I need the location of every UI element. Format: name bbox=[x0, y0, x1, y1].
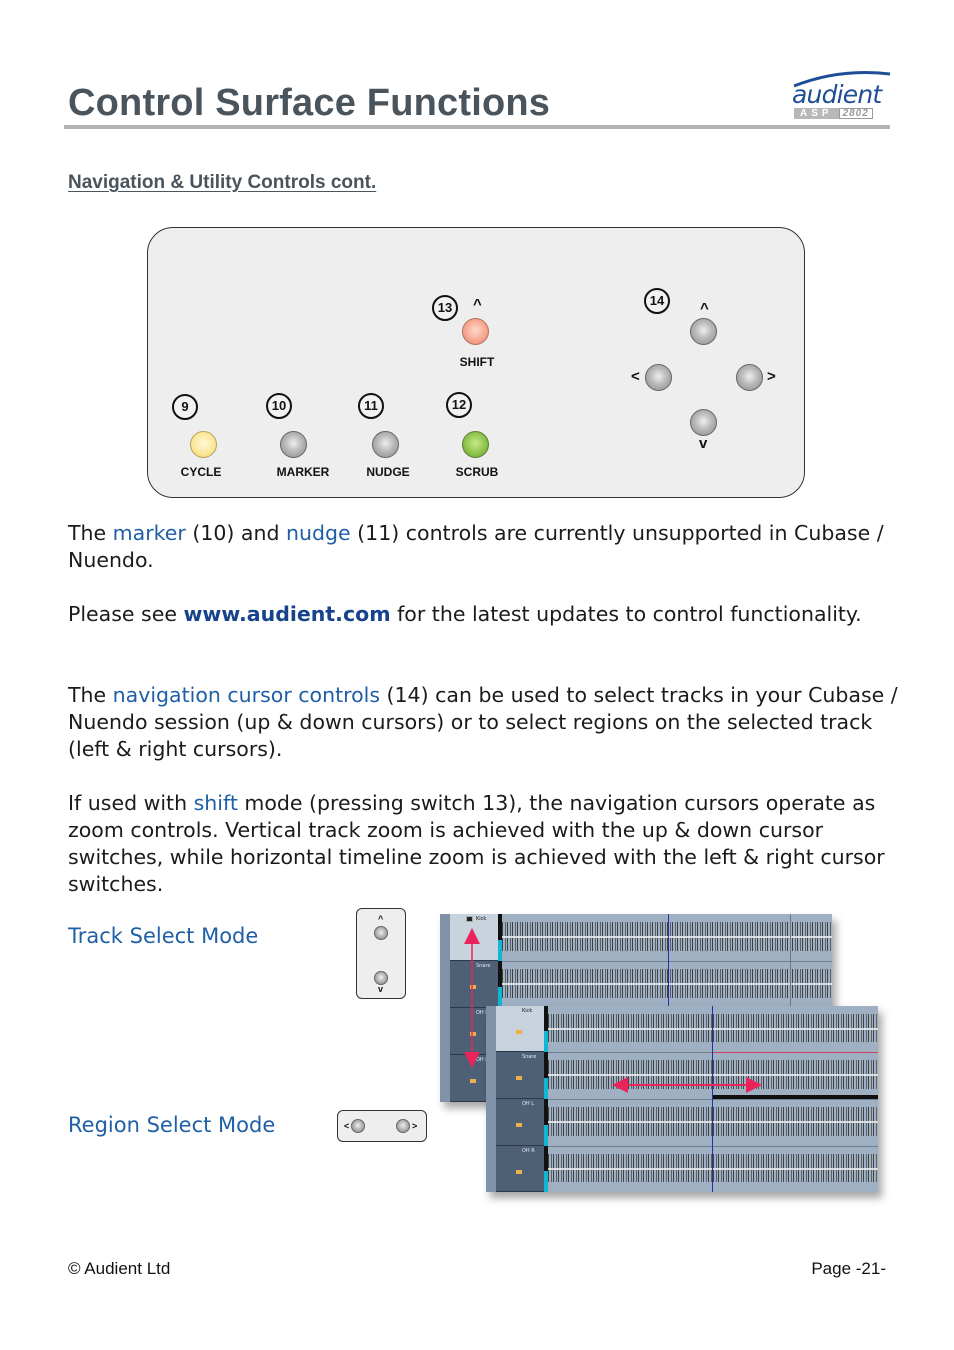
waveform bbox=[548, 1014, 878, 1042]
paragraph-unsupported: The marker (10) and nudge (11) controls … bbox=[68, 520, 898, 574]
daw-amber bbox=[516, 1030, 522, 1034]
pad-down-glyph: v bbox=[378, 984, 384, 994]
shift-up-glyph: ^ bbox=[473, 296, 482, 313]
scrub-label: SCRUB bbox=[455, 465, 499, 479]
cursor-left-button[interactable] bbox=[645, 364, 672, 391]
daw-gutter bbox=[486, 1006, 496, 1192]
logo-model-number: 2802 bbox=[838, 108, 873, 119]
cycle-label: CYCLE bbox=[180, 465, 222, 479]
control-panel-diagram: 13 ^ SHIFT 9 CYCLE 10 MARKER 11 NUDGE 12… bbox=[147, 227, 805, 498]
daw-lane bbox=[502, 961, 832, 1009]
daw-btn bbox=[466, 916, 473, 922]
marker-button[interactable] bbox=[280, 431, 307, 458]
region-select-pad: < > bbox=[337, 1110, 427, 1142]
paragraph-updates: Please see www.audient.com for the lates… bbox=[68, 601, 898, 628]
shift-label: SHIFT bbox=[459, 355, 495, 369]
daw-amber bbox=[516, 1076, 522, 1080]
highlight-nudge: nudge bbox=[286, 521, 351, 545]
pad-down-button[interactable] bbox=[374, 971, 388, 985]
nudge-label: NUDGE bbox=[366, 465, 410, 479]
cursor-up-glyph: ^ bbox=[700, 300, 709, 317]
cursor-down-glyph: v bbox=[699, 435, 708, 452]
audient-website-link[interactable]: www.audient.com bbox=[183, 602, 390, 626]
daw-amber bbox=[516, 1170, 522, 1174]
daw-screenshot-region-select: Kick Snare OH L OH R bbox=[486, 1006, 878, 1192]
selection-line bbox=[712, 1052, 878, 1053]
badge-9: 9 bbox=[172, 394, 198, 420]
text: The bbox=[68, 521, 113, 545]
shift-button[interactable] bbox=[462, 318, 489, 345]
footer-page-number: Page -21- bbox=[811, 1259, 886, 1278]
highlight-marker: marker bbox=[112, 521, 186, 545]
daw-gutter bbox=[440, 914, 450, 1102]
cursor-down-button[interactable] bbox=[690, 409, 717, 436]
horizontal-double-arrow-icon bbox=[612, 1077, 762, 1093]
daw-lane bbox=[548, 1099, 878, 1147]
badge-14: 14 bbox=[644, 288, 670, 314]
text: The bbox=[68, 683, 113, 707]
track-name: Snare bbox=[522, 1054, 537, 1060]
section-heading: Navigation & Utility Controls cont. bbox=[68, 172, 377, 193]
highlight-navigation-cursor: navigation cursor controls bbox=[112, 683, 380, 707]
badge-11: 11 bbox=[358, 393, 384, 419]
badge-12: 12 bbox=[446, 392, 472, 418]
daw-amber bbox=[470, 1079, 476, 1083]
pad-left-glyph: < bbox=[344, 1121, 350, 1131]
waveform bbox=[548, 1107, 878, 1136]
track-name: OH L bbox=[522, 1101, 535, 1107]
waveform bbox=[502, 922, 832, 951]
region-select-mode-label: Region Select Mode bbox=[68, 1113, 276, 1137]
cursor-left-glyph: < bbox=[631, 368, 640, 385]
footer-copyright: © Audient Ltd bbox=[68, 1259, 171, 1278]
badge-13: 13 bbox=[432, 295, 458, 321]
track-name: Kick bbox=[522, 1008, 533, 1014]
text: for the latest updates to control functi… bbox=[390, 602, 862, 626]
daw-amber bbox=[516, 1123, 522, 1127]
vertical-double-arrow-icon bbox=[464, 928, 480, 1068]
text: If used with bbox=[68, 791, 194, 815]
track-name: OH R bbox=[522, 1148, 535, 1154]
track-select-mode-label: Track Select Mode bbox=[68, 924, 259, 948]
page-title: Control Surface Functions bbox=[68, 82, 551, 124]
daw-lane bbox=[548, 1146, 878, 1192]
text: Please see bbox=[68, 602, 184, 626]
pad-up-glyph: ^ bbox=[378, 914, 384, 924]
playhead-line bbox=[712, 1006, 713, 1192]
audient-logo: audient ASP 2802 bbox=[780, 68, 892, 124]
highlight-shift: shift bbox=[193, 791, 238, 815]
pad-right-glyph: > bbox=[412, 1121, 418, 1131]
nudge-button[interactable] bbox=[372, 431, 399, 458]
title-divider bbox=[64, 125, 890, 129]
daw-lane bbox=[548, 1006, 878, 1053]
daw-track-header: OH L bbox=[496, 1099, 544, 1146]
track-select-pad: ^ v bbox=[356, 908, 406, 999]
marker-label: MARKER bbox=[276, 465, 330, 479]
paragraph-cursor-controls: The navigation cursor controls (14) can … bbox=[68, 682, 898, 763]
track-name: Kick bbox=[476, 916, 487, 922]
waveform bbox=[548, 1154, 878, 1182]
pad-left-button[interactable] bbox=[351, 1119, 365, 1133]
paragraph-shift-zoom: If used with shift mode (pressing switch… bbox=[68, 790, 898, 898]
cursor-up-button[interactable] bbox=[690, 318, 717, 345]
pad-up-button[interactable] bbox=[374, 926, 388, 940]
badge-10: 10 bbox=[266, 393, 292, 419]
daw-track-header: OH R bbox=[496, 1146, 544, 1192]
waveform bbox=[502, 969, 832, 998]
logo-model-prefix: ASP bbox=[794, 108, 839, 119]
cursor-right-glyph: > bbox=[767, 368, 776, 385]
logo-brand: audient bbox=[792, 80, 882, 109]
daw-lane bbox=[502, 914, 832, 962]
text: (10) and bbox=[185, 521, 287, 545]
daw-track-header: Snare bbox=[496, 1052, 544, 1099]
daw-track-header: Kick bbox=[496, 1006, 544, 1052]
cycle-button[interactable] bbox=[190, 431, 217, 458]
pad-right-button[interactable] bbox=[396, 1119, 410, 1133]
logo-model-badge: ASP 2802 bbox=[794, 108, 890, 119]
scrub-button[interactable] bbox=[462, 431, 489, 458]
cursor-right-button[interactable] bbox=[736, 364, 763, 391]
